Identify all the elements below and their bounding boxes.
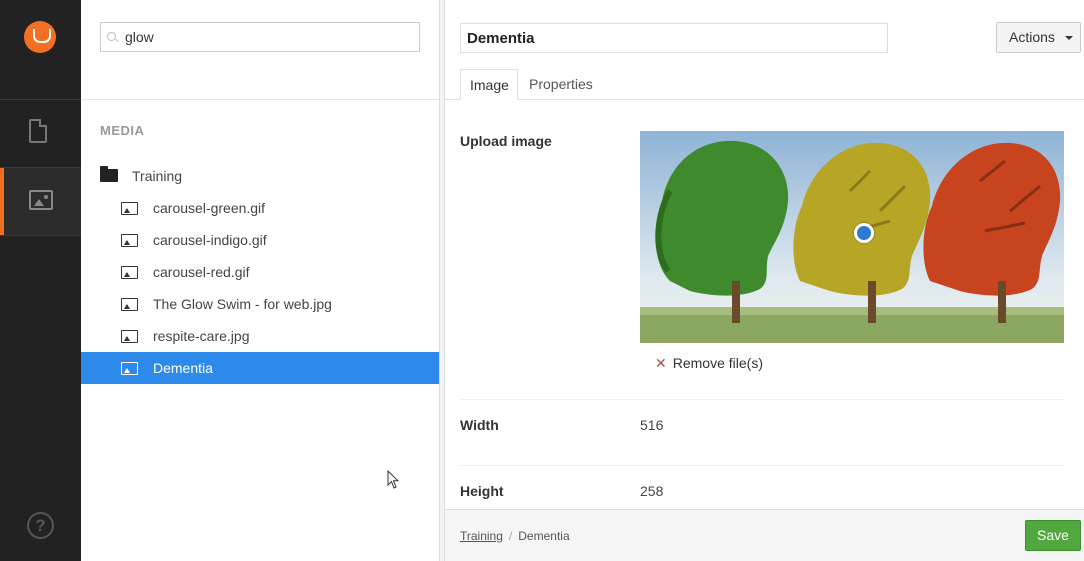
- breadcrumb-parent-link[interactable]: Training: [460, 529, 503, 543]
- caret-down-icon: [1065, 36, 1073, 40]
- tree-item[interactable]: carousel-indigo.gif: [81, 224, 439, 256]
- tree-item-label: respite-care.jpg: [153, 328, 250, 344]
- height-label: Height: [460, 483, 504, 499]
- tree-item-label: The Glow Swim - for web.jpg: [153, 296, 332, 312]
- image-file-icon: [121, 234, 138, 247]
- tree-item[interactable]: The Glow Swim - for web.jpg: [81, 288, 439, 320]
- actions-label: Actions: [1009, 29, 1055, 45]
- save-button[interactable]: Save: [1025, 520, 1081, 551]
- dementia-image: [640, 131, 1064, 343]
- upload-image-label: Upload image: [460, 133, 552, 149]
- image-file-icon: [121, 330, 138, 343]
- width-label: Width: [460, 417, 499, 433]
- tab-image[interactable]: Image: [460, 69, 518, 100]
- image-preview[interactable]: [640, 131, 1064, 343]
- media-section[interactable]: [0, 168, 81, 235]
- folder-icon: [100, 166, 118, 182]
- image-icon: [29, 190, 53, 210]
- property-divider: [460, 465, 1064, 466]
- tree-item-label: carousel-red.gif: [153, 264, 250, 280]
- actions-button[interactable]: Actions: [996, 22, 1081, 53]
- content-section[interactable]: [0, 99, 81, 166]
- editor-footer: Training / Dementia Save: [445, 509, 1084, 561]
- width-value: 516: [640, 417, 664, 433]
- tab-label: Image: [470, 77, 509, 93]
- image-file-icon: [121, 202, 138, 215]
- focal-point-handle[interactable]: [854, 223, 874, 243]
- media-tree-panel: MEDIA Training carousel-green.gif carous…: [81, 0, 439, 561]
- media-name-input[interactable]: [460, 23, 888, 53]
- tree-item-selected[interactable]: Dementia: [81, 352, 439, 384]
- breadcrumb-separator: /: [508, 529, 513, 543]
- tree-item-label: Dementia: [153, 360, 213, 376]
- tree-folder-training[interactable]: Training: [81, 160, 439, 192]
- tab-properties[interactable]: Properties: [520, 69, 602, 100]
- image-file-icon: [121, 298, 138, 311]
- breadcrumb-current: Dementia: [518, 529, 570, 543]
- divider: [81, 99, 439, 100]
- tree-item-label: Training: [132, 168, 183, 184]
- document-icon: [29, 119, 47, 143]
- remove-files-link[interactable]: ✕ Remove file(s): [655, 355, 763, 372]
- rail-divider: [0, 235, 81, 236]
- tree-item[interactable]: carousel-red.gif: [81, 256, 439, 288]
- mouse-cursor-icon: [387, 470, 399, 489]
- tree-item[interactable]: respite-care.jpg: [81, 320, 439, 352]
- media-editor: Actions Image Properties Upload image: [445, 0, 1084, 561]
- tree-item[interactable]: carousel-green.gif: [81, 192, 439, 224]
- breadcrumb: Training / Dementia: [460, 529, 570, 543]
- help-icon[interactable]: ?: [27, 512, 54, 539]
- umbraco-logo-icon[interactable]: [24, 21, 56, 53]
- image-file-icon: [121, 362, 138, 375]
- tree-item-label: carousel-indigo.gif: [153, 232, 267, 248]
- search-field[interactable]: [100, 22, 420, 52]
- remove-icon: ✕: [655, 355, 667, 371]
- search-input[interactable]: [125, 23, 415, 51]
- tree-section-heading: MEDIA: [100, 123, 145, 138]
- search-icon: [107, 32, 116, 41]
- tab-label: Properties: [529, 76, 593, 92]
- tree-item-label: carousel-green.gif: [153, 200, 266, 216]
- height-value: 258: [640, 483, 664, 499]
- property-divider: [460, 399, 1064, 400]
- app-sidebar: ?: [0, 0, 81, 561]
- image-file-icon: [121, 266, 138, 279]
- remove-files-label: Remove file(s): [672, 355, 763, 371]
